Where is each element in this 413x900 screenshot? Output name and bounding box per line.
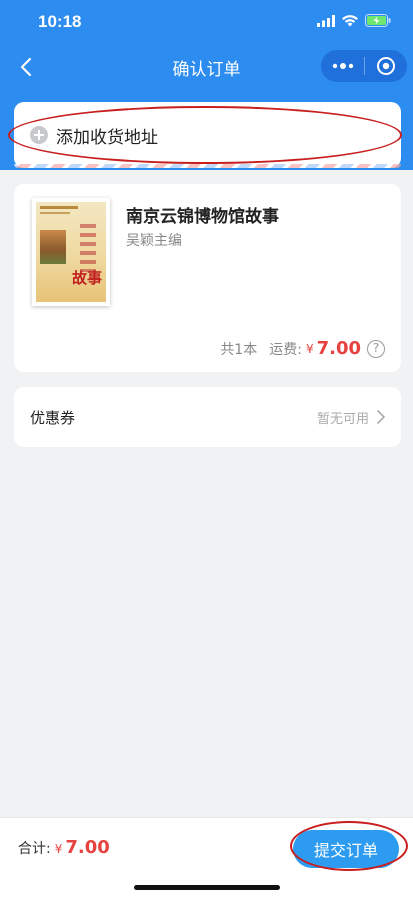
add-address-label: 添加收货地址 xyxy=(56,127,158,148)
total-block: 合计: ¥ 7.00 xyxy=(18,837,110,858)
cover-stripe-2 xyxy=(40,212,70,214)
status-icons xyxy=(317,14,391,27)
add-address-card[interactable]: 添加收货地址 xyxy=(14,102,401,168)
item-count: 共1本 xyxy=(220,341,258,358)
more-dots-icon xyxy=(332,63,353,69)
submit-order-button[interactable]: 提交订单 xyxy=(293,830,399,868)
status-time: 10:18 xyxy=(38,12,82,31)
status-bar: 10:18 xyxy=(0,0,413,44)
cover-title-char: 故事 xyxy=(71,269,102,287)
bottom-bar: 合计: ¥ 7.00 提交订单 xyxy=(0,817,413,900)
coupon-value: 暂无可用 xyxy=(316,411,369,427)
total-label: 合计: xyxy=(18,841,51,857)
signal-icon xyxy=(317,14,335,27)
chevron-right-icon xyxy=(377,410,385,424)
close-miniprogram-button[interactable] xyxy=(365,50,407,82)
mini-program-capsule xyxy=(321,50,407,82)
cover-vertical-text xyxy=(80,224,96,272)
help-icon[interactable]: ? xyxy=(367,339,385,358)
book-title: 南京云锦博物馆故事 xyxy=(126,207,279,227)
close-target-icon xyxy=(377,57,395,75)
total-currency: ¥ xyxy=(54,842,63,856)
shipping-label: 运费: xyxy=(269,341,302,358)
total-amount: 7.00 xyxy=(65,837,110,858)
book-cover-image[interactable]: 故事 xyxy=(32,198,110,306)
plus-circle-icon xyxy=(30,126,48,144)
wifi-icon xyxy=(342,14,358,26)
shipping-currency: ¥ xyxy=(305,341,314,356)
cover-picture xyxy=(40,230,66,264)
order-summary-row: 共1本 运费: ¥ 7.00 ? xyxy=(220,338,385,359)
book-author: 吴颖主编 xyxy=(126,233,182,249)
coupon-label: 优惠券 xyxy=(30,408,76,427)
battery-charging-icon xyxy=(365,14,391,27)
product-card: 故事 南京云锦博物馆故事 吴颖主编 共1本 运费: ¥ 7.00 ? xyxy=(14,184,401,372)
cover-stripe xyxy=(40,206,78,209)
nav-bar: 确认订单 xyxy=(0,44,413,90)
more-button[interactable] xyxy=(321,50,364,82)
coupon-row[interactable]: 优惠券 暂无可用 xyxy=(14,387,401,447)
shipping-amount: 7.00 xyxy=(316,338,361,359)
book-cover-art: 故事 xyxy=(36,202,106,302)
home-indicator xyxy=(134,885,280,890)
